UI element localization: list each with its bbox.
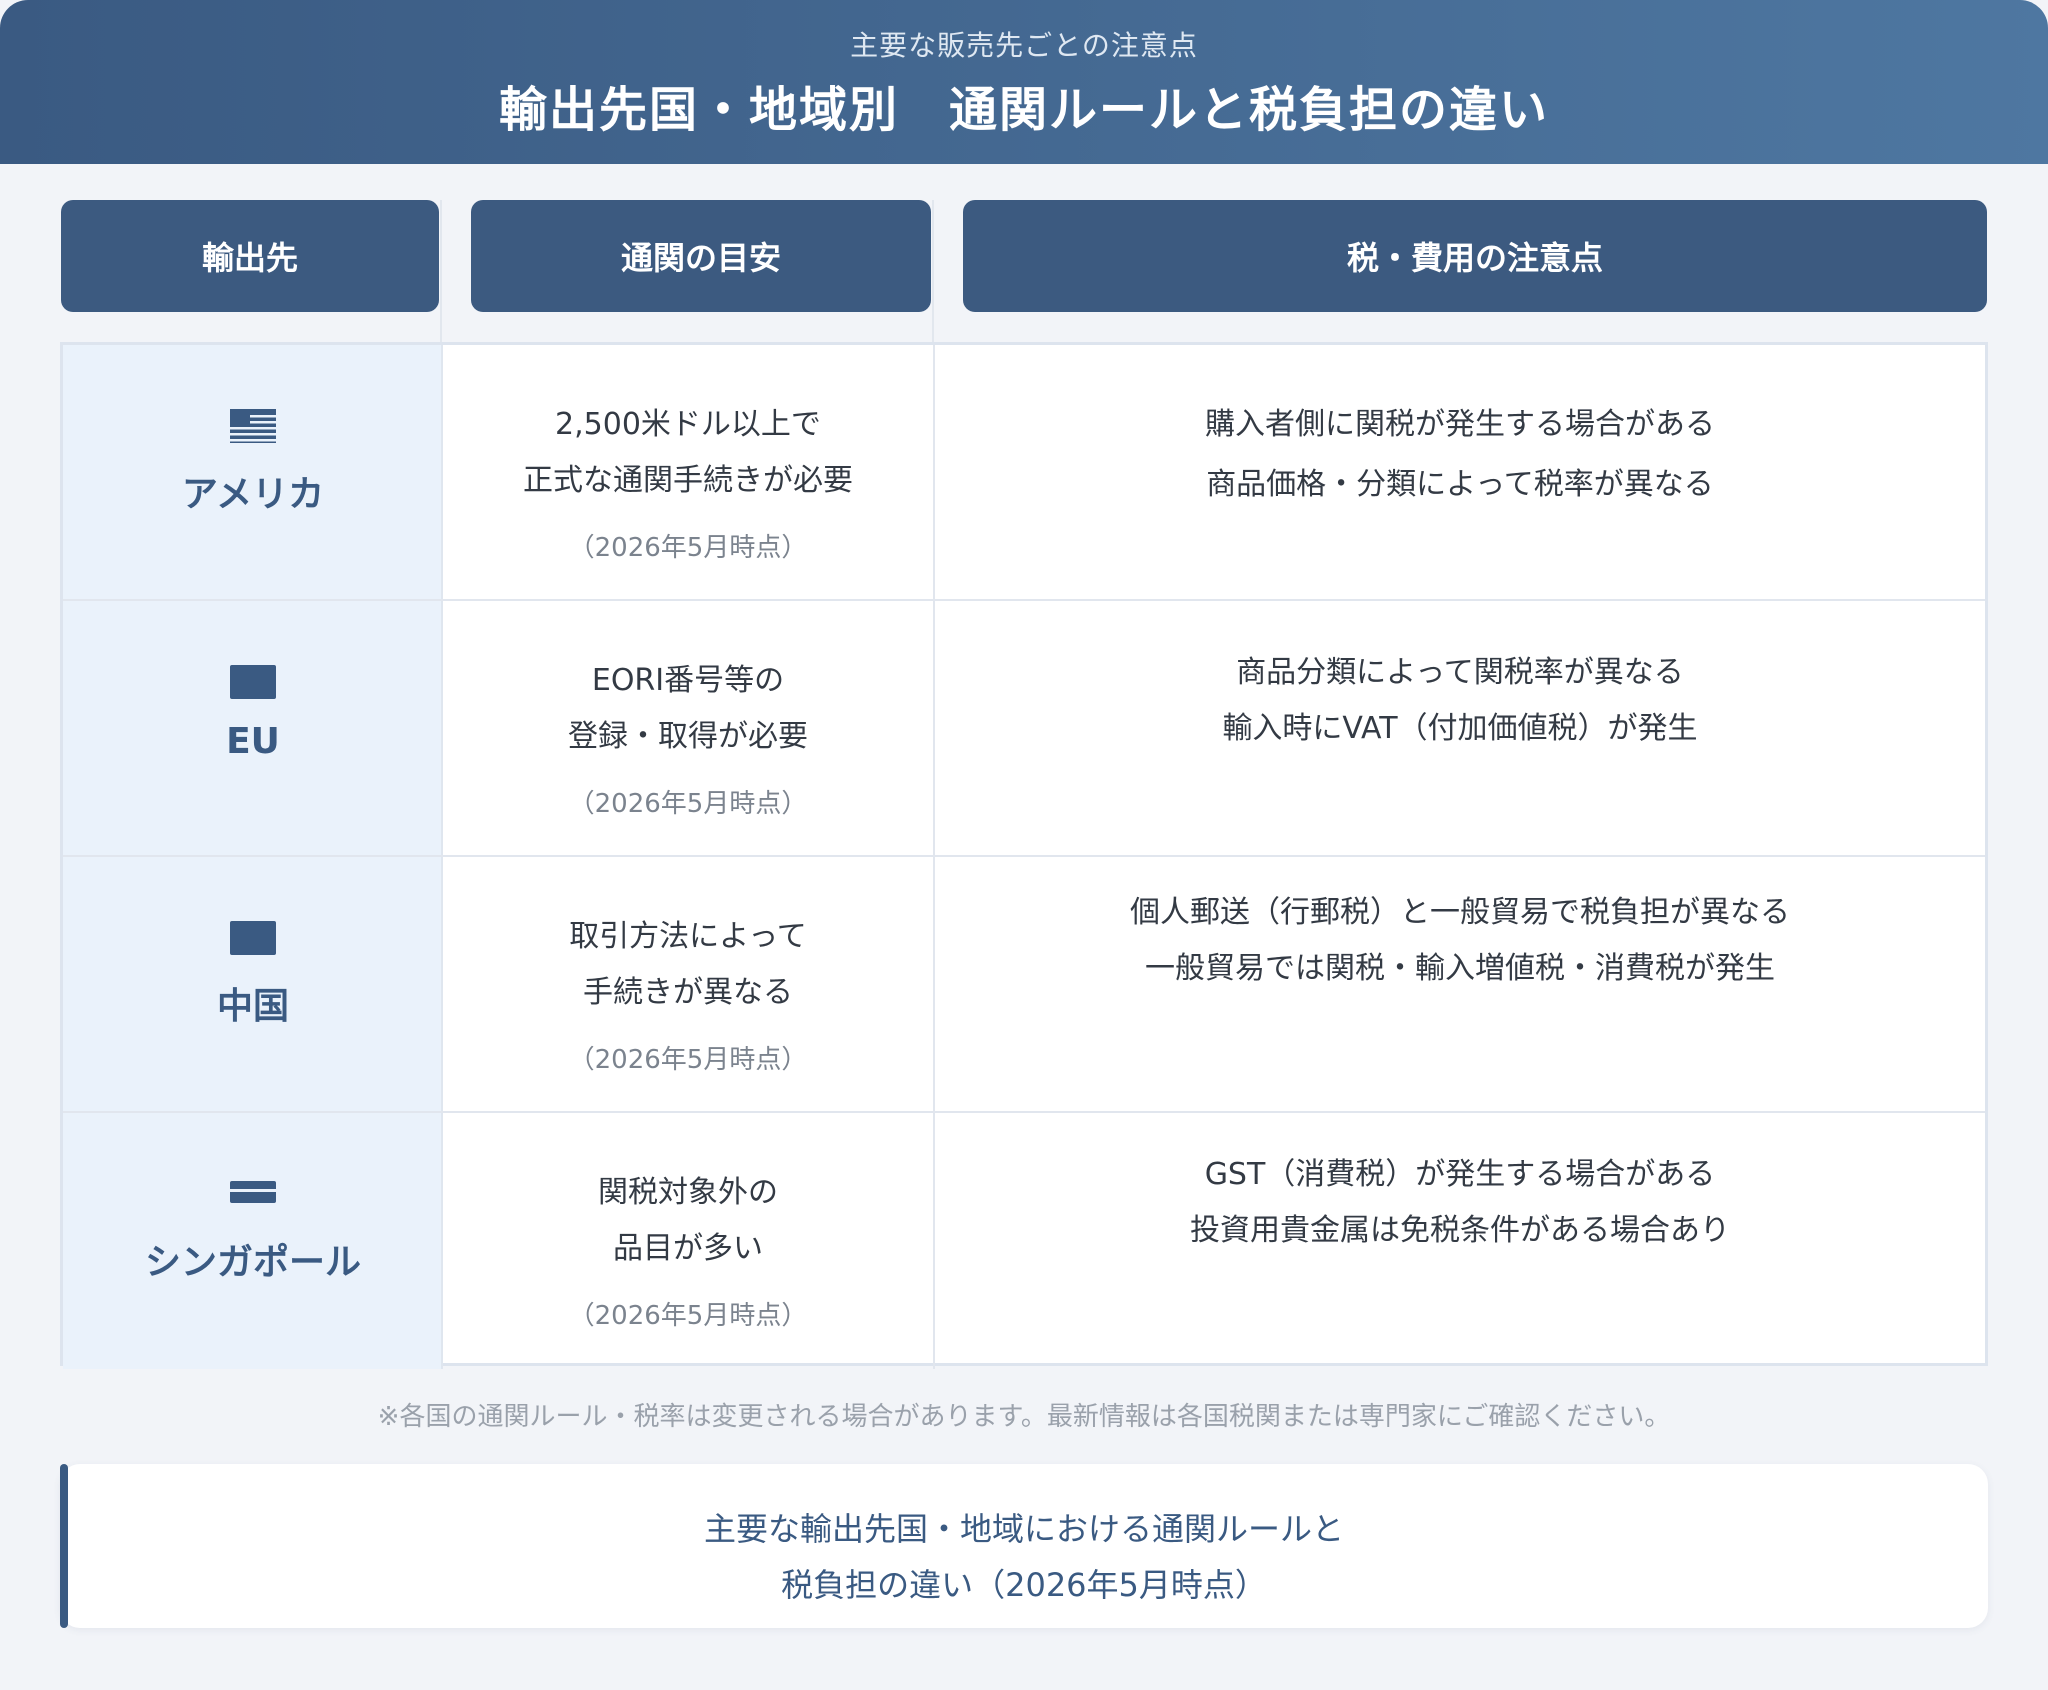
caption-line: 税負担の違い（2026年5月時点） <box>781 1566 1267 1604</box>
country-name: 中国 <box>216 986 289 1027</box>
as-of-date: （2026年5月時点） <box>568 533 808 563</box>
header-banner: 主要な販売先ごとの注意点 輸出先国・地域別 通関ルールと税負担の違い <box>0 0 2048 164</box>
tax-line: 一般貿易では関税・輸入増値税・消費税が発生 <box>1145 951 1775 986</box>
table-row-singapore: シンガポール 関税対象外の 品目が多い （2026年5月時点） GST（消費税）… <box>63 1113 1985 1369</box>
singapore-flag-icon <box>230 1181 276 1203</box>
as-of-date: （2026年5月時点） <box>568 1301 808 1331</box>
header-subtitle: 主要な販売先ごとの注意点 <box>850 29 1198 62</box>
china-flag-icon <box>230 921 276 955</box>
comparison-table: アメリカ 2,500米ドル以上で 正式な通関手続きが必要 （2026年5月時点）… <box>60 342 1988 1369</box>
customs-line: 正式な通関手続きが必要 <box>523 463 853 498</box>
tax-cell: 個人郵送（行郵税）と一般貿易で税負担が異なる 一般貿易では関税・輸入増値税・消費… <box>935 857 1985 1111</box>
country-name: アメリカ <box>181 474 325 515</box>
header-separator <box>440 200 442 342</box>
customs-line: EORI番号等の <box>591 663 785 698</box>
tax-line: GST（消費税）が発生する場合がある <box>1204 1157 1716 1192</box>
customs-line: 品目が多い <box>613 1231 763 1266</box>
column-header-tax: 税・費用の注意点 <box>963 200 1987 312</box>
tax-line: 輸入時にVAT（付加価値税）が発生 <box>1222 711 1698 746</box>
caption-line: 主要な輸出先国・地域における通関ルールと <box>703 1510 1344 1548</box>
country-cell: アメリカ <box>63 345 443 599</box>
page: 主要な販売先ごとの注意点 輸出先国・地域別 通関ルールと税負担の違い 輸出先 通… <box>0 0 2048 1690</box>
as-of-date: （2026年5月時点） <box>568 1045 808 1075</box>
table-row-usa: アメリカ 2,500米ドル以上で 正式な通関手続きが必要 （2026年5月時点）… <box>63 345 1985 601</box>
as-of-date: （2026年5月時点） <box>568 789 808 819</box>
country-cell: 中国 <box>63 857 443 1111</box>
eu-flag-icon <box>230 665 276 699</box>
column-header-customs: 通関の目安 <box>471 200 931 312</box>
tax-line: 商品価格・分類によって税率が異なる <box>1206 467 1714 502</box>
country-name: シンガポール <box>144 1242 361 1283</box>
tax-line: 商品分類によって関税率が異なる <box>1236 655 1684 690</box>
tax-cell: 購入者側に関税が発生する場合がある 商品価格・分類によって税率が異なる <box>935 345 1985 599</box>
customs-line: 取引方法によって <box>569 919 807 954</box>
us-flag-icon <box>230 409 276 443</box>
table-row-eu: EU EORI番号等の 登録・取得が必要 （2026年5月時点） 商品分類によっ… <box>63 601 1985 857</box>
customs-line: 2,500米ドル以上で <box>555 407 821 442</box>
caption-box: 主要な輸出先国・地域における通関ルールと 税負担の違い（2026年5月時点） <box>60 1464 1988 1628</box>
country-cell: シンガポール <box>63 1113 443 1369</box>
country-cell: EU <box>63 601 443 855</box>
header-separator <box>932 200 934 342</box>
tax-cell: GST（消費税）が発生する場合がある 投資用貴金属は免税条件がある場合あり <box>935 1113 1985 1369</box>
disclaimer-note: ※各国の通関ルール・税率は変更される場合があります。最新情報は各国税関または専門… <box>377 1402 1671 1432</box>
customs-cell: 関税対象外の 品目が多い （2026年5月時点） <box>443 1113 935 1369</box>
table-row-china: 中国 取引方法によって 手続きが異なる （2026年5月時点） 個人郵送（行郵税… <box>63 857 1985 1113</box>
customs-line: 手続きが異なる <box>583 975 793 1010</box>
tax-line: 購入者側に関税が発生する場合がある <box>1205 407 1715 442</box>
column-header-destination: 輸出先 <box>61 200 439 312</box>
country-name: EU <box>226 721 280 762</box>
tax-line: 個人郵送（行郵税）と一般貿易で税負担が異なる <box>1130 895 1790 930</box>
customs-cell: EORI番号等の 登録・取得が必要 （2026年5月時点） <box>443 601 935 855</box>
page-title: 輸出先国・地域別 通関ルールと税負担の違い <box>498 82 1549 138</box>
customs-line: 登録・取得が必要 <box>568 719 808 754</box>
tax-cell: 商品分類によって関税率が異なる 輸入時にVAT（付加価値税）が発生 <box>935 601 1985 855</box>
customs-cell: 2,500米ドル以上で 正式な通関手続きが必要 （2026年5月時点） <box>443 345 935 599</box>
customs-cell: 取引方法によって 手続きが異なる （2026年5月時点） <box>443 857 935 1111</box>
customs-line: 関税対象外の <box>598 1175 778 1210</box>
tax-line: 投資用貴金属は免税条件がある場合あり <box>1190 1213 1730 1248</box>
